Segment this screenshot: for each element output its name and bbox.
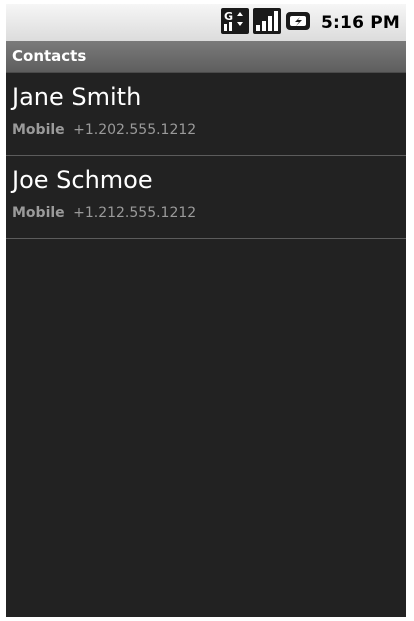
contact-item-joe-schmoe[interactable]: Joe Schmoe Mobile +1.212.555.1212 xyxy=(6,156,406,239)
data-3g-icon: G xyxy=(221,8,250,38)
phone-type-label: Mobile xyxy=(12,122,65,138)
phone-screen: G 5:16 PM Contacts Jane Smith Mobile +1.… xyxy=(6,4,406,617)
contact-name: Jane Smith xyxy=(12,83,142,111)
contact-phone-line: Mobile +1.202.555.1212 xyxy=(12,122,196,138)
contact-name: Joe Schmoe xyxy=(12,166,153,194)
contact-phone-line: Mobile +1.212.555.1212 xyxy=(12,205,196,221)
battery-charging-icon xyxy=(285,8,313,38)
contact-item-jane-smith[interactable]: Jane Smith Mobile +1.202.555.1212 xyxy=(6,73,406,156)
title-bar: Contacts xyxy=(6,41,406,73)
status-time: 5:16 PM xyxy=(321,13,400,33)
app-title: Contacts xyxy=(12,47,87,65)
svg-text:G: G xyxy=(224,10,233,23)
status-icons: G 5:16 PM xyxy=(221,8,400,38)
phone-type-label: Mobile xyxy=(12,205,65,221)
signal-strength-icon xyxy=(253,8,282,38)
phone-number: +1.212.555.1212 xyxy=(73,205,197,221)
status-bar: G 5:16 PM xyxy=(6,4,406,42)
phone-number: +1.202.555.1212 xyxy=(73,122,197,138)
contact-list: Jane Smith Mobile +1.202.555.1212 Joe Sc… xyxy=(6,73,406,239)
